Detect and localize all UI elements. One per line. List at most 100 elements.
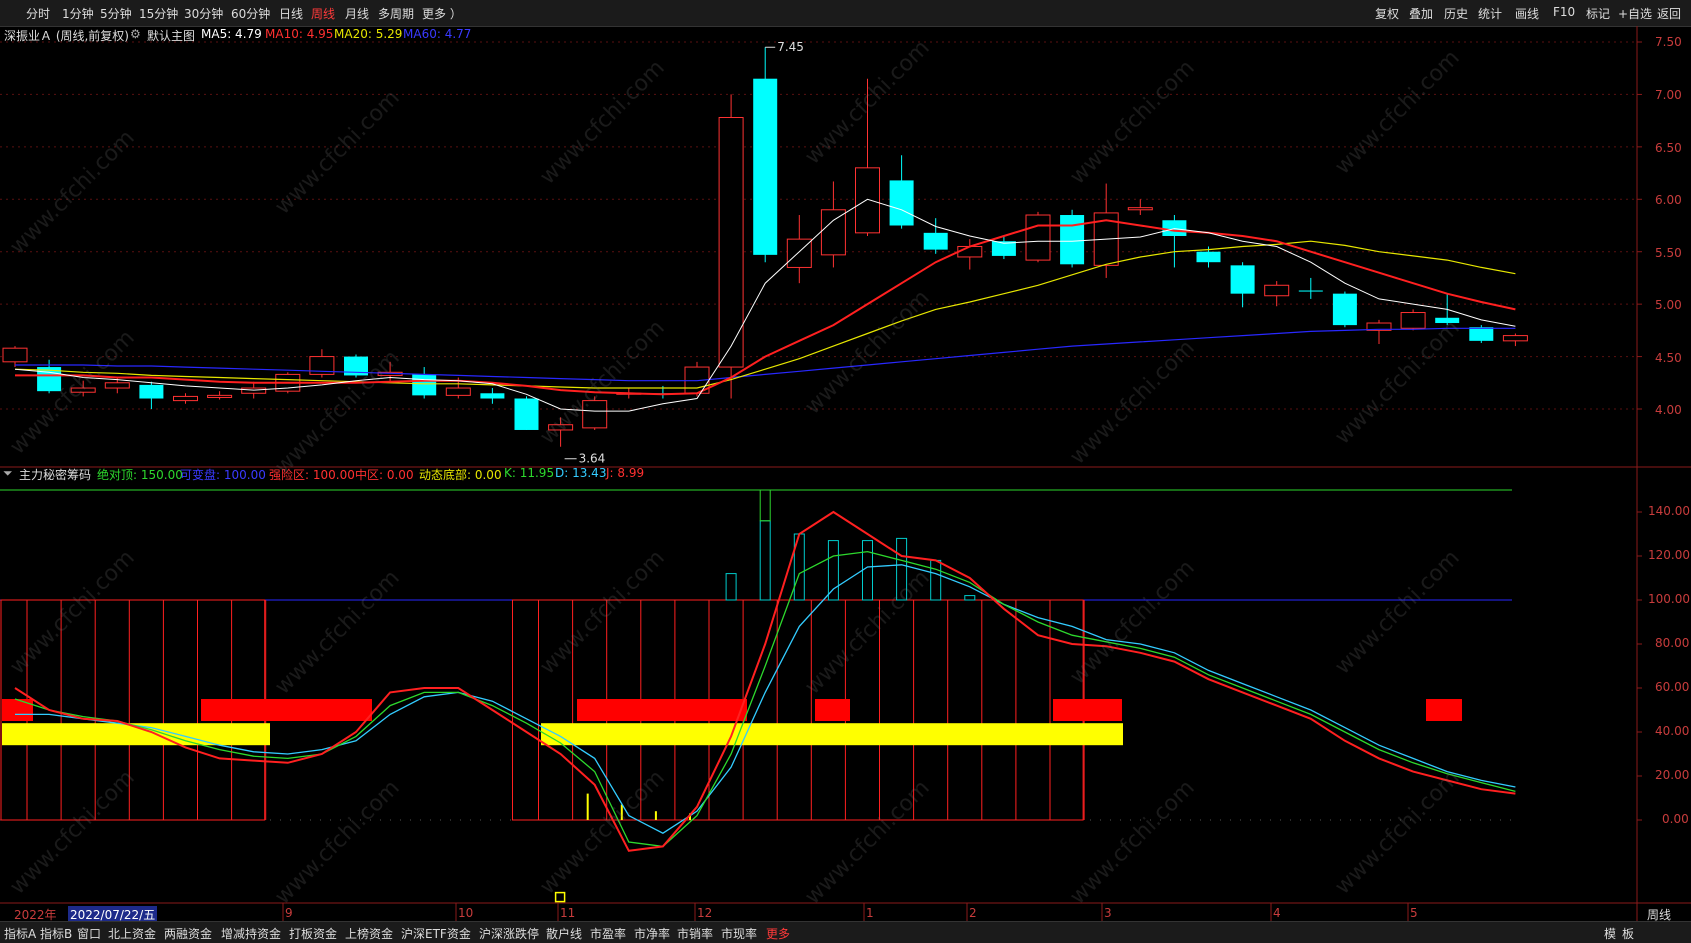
tool-back-button[interactable]: 返回 [1657,5,1681,22]
month-label: 9 [285,906,293,920]
tab-pcf[interactable]: 市现率 [721,925,757,942]
candle-body-down [412,374,437,396]
month-label: 5 [1410,906,1418,920]
red-block [2,699,33,721]
month-label: 10 [458,906,474,920]
candle-body-up [275,373,301,392]
candle-body-up [1400,312,1426,329]
tab-indicator-a[interactable]: 指标A [4,925,36,942]
candle-body-up [445,387,471,396]
candle-body-up [70,387,96,393]
candle-body-up [1502,335,1528,342]
period-tab-more[interactable]: 更多 ） [422,5,462,22]
ind-tick: 40.00 [1655,724,1690,738]
tab-pb[interactable]: 市净率 [634,925,670,942]
period-tab-15min[interactable]: 15分钟 [139,5,178,22]
period-tab-week[interactable]: 周线 [311,5,335,22]
ind-d-line [14,550,1516,848]
ind-tick: 0.00 [1662,812,1689,826]
top-toolbar: 分时 1分钟 5分钟 15分钟 30分钟 60分钟 日线 周线 月线 多周期 更… [0,0,1691,27]
tab-northbound[interactable]: 北上资金 [108,925,156,942]
candle-body-down [889,180,914,226]
candle-body-up [1093,212,1119,266]
tool-mark-button[interactable]: 标记 [1586,5,1610,22]
ind-tick: 80.00 [1655,636,1690,650]
price-tick: 7.50 [1655,35,1682,49]
price-tick: 5.50 [1655,246,1682,260]
tool-stats-button[interactable]: 统计 [1478,5,1502,22]
candle-body-up [2,347,28,363]
candle-body-down [650,393,675,395]
period-tab-fenshi[interactable]: 分时 [26,5,50,22]
tab-indicator-b[interactable]: 指标B [40,925,72,942]
watermark-text: www.cfchi.com [1330,545,1465,680]
ind-tick: 20.00 [1655,768,1690,782]
candle-body-down [753,78,778,255]
settings-icon[interactable]: ⚙ [130,27,141,41]
watermark-text: www.cfchi.com [800,565,935,700]
candle-body-up [173,395,198,402]
period-tab-30min[interactable]: 30分钟 [184,5,223,22]
ma20-label: MA20: 5.29 [334,27,403,41]
period-tab-5min[interactable]: 5分钟 [100,5,132,22]
candle-body-down [37,367,62,392]
candle-body-down [1196,251,1221,263]
tab-more[interactable]: 更多 [766,925,790,942]
watermark-text: www.cfchi.com [270,565,405,700]
red-block [577,699,747,721]
candle-body-up [957,245,983,258]
risk-zone-label: 强险区: 100.00 [269,468,355,482]
watermark-text: www.cfchi.com [5,765,140,900]
mid-zone-label: 中区: 0.00 [355,468,414,482]
high-price-label: 7.45 [777,40,804,54]
indicator-name[interactable]: 主力秘密筹码 [19,466,91,483]
tab-top-list-fund[interactable]: 上榜资金 [345,925,393,942]
candle-body-up [616,392,642,395]
candle-body-down [1435,317,1460,324]
red-block [201,699,372,721]
indicator-toggle-icon[interactable]: ⏷ [3,466,13,481]
candle-body-up [1264,284,1290,297]
tool-f10-button[interactable]: F10 [1553,5,1575,19]
tab-window[interactable]: 窗口 [77,925,101,942]
template-selector[interactable]: 默认主图 [147,27,195,44]
tool-overlay-button[interactable]: 叠加 [1409,5,1433,22]
tab-etf-fund[interactable]: 沪深ETF资金 [401,925,471,942]
tool-draw-button[interactable]: 画线 [1515,5,1539,22]
candle-body-up [684,366,710,394]
tab-limit-stats[interactable]: 沪深涨跌停 [479,925,539,942]
volume-spike [654,811,657,820]
watermark-text: www.cfchi.com [1065,775,1200,910]
board-button[interactable]: 板 [1622,925,1634,942]
tab-limit-up-fund[interactable]: 打板资金 [289,925,337,942]
period-tab-month[interactable]: 月线 [345,5,369,22]
yellow-block [2,723,270,746]
tab-ps[interactable]: 市销率 [677,925,713,942]
tab-holding-change[interactable]: 增减持资金 [221,925,281,942]
tool-add-watchlist-button[interactable]: +自选 [1618,5,1652,22]
var-line-label: 可变盘: 100.00 [180,468,266,482]
tab-pe[interactable]: 市盈率 [590,925,626,942]
tool-history-button[interactable]: 历史 [1444,5,1468,22]
candle-body-up [786,238,812,268]
stock-title: 深振业Ａ (周线,前复权) [4,29,129,43]
period-tab-day[interactable]: 日线 [279,5,303,22]
tab-retail-line[interactable]: 散户线 [546,925,582,942]
price-tick: 5.00 [1655,298,1682,312]
low-price-label: 3.64 [579,452,606,466]
month-label: 12 [697,906,713,920]
month-label: 4 [1273,906,1281,920]
watermark-text: www.cfchi.com [1330,765,1465,900]
period-tab-multi[interactable]: 多周期 [378,5,414,22]
tab-margin[interactable]: 两融资金 [164,925,212,942]
peak-bar [725,573,737,601]
candle-body-down [1162,220,1187,236]
mode-button[interactable]: 模 [1604,925,1616,942]
candle-body-up [1025,214,1051,261]
period-tab-1min[interactable]: 1分钟 [62,5,94,22]
tool-fuquan-button[interactable]: 复权 [1375,5,1399,22]
ind-tick: 120.00 [1648,548,1690,562]
candle-body-down [1298,290,1323,292]
ma60-line [15,327,1516,382]
period-tab-60min[interactable]: 60分钟 [231,5,270,22]
